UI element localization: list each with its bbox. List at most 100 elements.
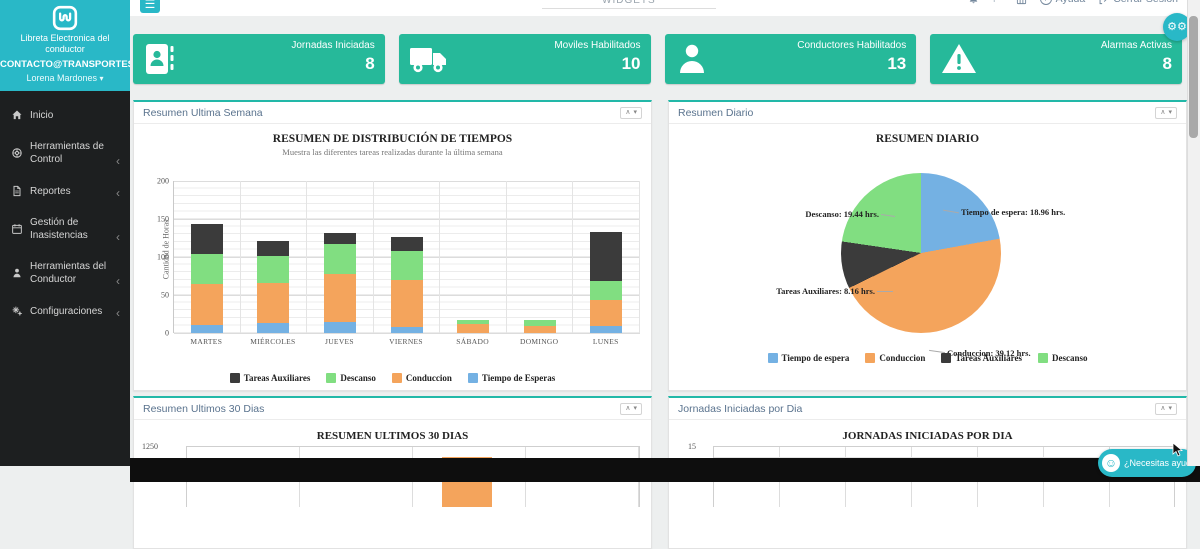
bar-segment-descanso — [257, 256, 290, 283]
mouse-cursor — [1172, 442, 1184, 463]
chevron-left-icon: ‹ — [116, 274, 120, 288]
logout-link[interactable]: Cerrar Sesión — [1098, 0, 1178, 5]
sidebar-item-herramientas-del-conductor[interactable]: Herramientas del Conductor ‹ — [0, 251, 130, 295]
journal-icon — [143, 41, 177, 82]
stat-card-label: Moviles Habilitados — [554, 40, 641, 51]
home-icon — [10, 108, 24, 122]
bar-segment-descanso — [190, 253, 223, 285]
stat-card-moviles-habilitados: Moviles Habilitados 10 — [398, 34, 651, 84]
chevron-up-icon: ∧ — [1160, 405, 1166, 412]
y-tick-label: 50 — [161, 290, 169, 300]
week-chart-subtitle: Muestra las diferentes tareas realizadas… — [282, 147, 503, 157]
pie-label-tiempo-espera: Tiempo de espera: 18.96 hrs. — [961, 207, 1066, 217]
bottom-dark-strip — [130, 458, 1200, 482]
sidebar-item-label: Reportes — [30, 185, 71, 197]
reports-icon — [10, 184, 24, 198]
y-tick-label: 100 — [157, 252, 169, 262]
bar-segment-tareas-auxiliares — [257, 241, 290, 257]
bell-icon[interactable] — [968, 0, 979, 5]
warning-icon — [940, 41, 978, 82]
panel-month-collapse-button[interactable]: ∧ ▾ — [620, 403, 642, 415]
account-email: CONTACTO@TRANSPORTESANC — [0, 59, 130, 70]
month-chart-title: RESUMEN ULTIMOS 30 DIAS — [316, 430, 469, 442]
app-logo-icon — [0, 5, 130, 31]
user-menu[interactable]: Lorena Mardones ▾ — [0, 73, 130, 83]
sidebar-item-herramientas-de-control[interactable]: Herramientas de Control ‹ — [0, 131, 130, 175]
help-icon: ? — [1039, 0, 1052, 5]
gears-icon: ⚙⚙ — [1167, 21, 1187, 33]
sidebar-item-label: Configuraciones — [30, 305, 103, 317]
bar-miercoles — [257, 241, 290, 333]
pie-graphic — [841, 173, 1001, 333]
scrollbar-track[interactable] — [1187, 0, 1200, 466]
sidebar-item-reportes[interactable]: Reportes ‹ — [0, 175, 130, 207]
chevron-left-icon: ‹ — [116, 186, 120, 200]
bar-domingo — [523, 320, 556, 333]
panel-week-title: Resumen Ultima Semana — [143, 107, 263, 119]
panel-week: Resumen Ultima Semana ∧ ▾ RESUMEN DE DIST… — [133, 100, 652, 391]
stat-card-label: Alarmas Activas — [1100, 40, 1172, 51]
bar-jueves — [323, 232, 356, 333]
stat-card-label: Jornadas Iniciadas — [291, 40, 375, 51]
calendar-grid-icon[interactable] — [1016, 0, 1027, 5]
bar-martes — [190, 223, 223, 333]
bar-segment-conduccion — [523, 326, 556, 333]
page-title: WIDGETS — [542, 0, 716, 9]
stat-card-label: Conductores Habilitados — [797, 40, 907, 51]
driver-icon — [10, 266, 24, 280]
stat-card-value: 13 — [887, 54, 907, 73]
bar-segment-tiempo-de-esperas — [390, 326, 423, 333]
chevron-left-icon: ‹ — [116, 154, 120, 168]
stat-card-value: 8 — [365, 54, 375, 73]
week-plot-area: 0 50 100 150 200 — [157, 177, 641, 338]
panel-journeys-collapse-button[interactable]: ∧ ▾ — [1155, 403, 1177, 415]
bar-segment-descanso — [590, 281, 623, 301]
sidebar-item-gestion-de-inasistencias[interactable]: Gestión de Inasistencias ‹ — [0, 207, 130, 251]
sidebar-item-inicio[interactable]: Inicio — [0, 99, 130, 131]
bar-viernes — [390, 237, 423, 333]
legend-item-descanso: Descanso — [326, 373, 376, 383]
week-chart-title: RESUMEN DE DISTRIBUCIÓN DE TIEMPOS — [272, 133, 513, 145]
menu-toggle-button[interactable]: ☰ — [140, 0, 160, 13]
legend-item-tareas-auxiliares: Tareas Auxiliares — [941, 353, 1022, 363]
sidebar: Libreta Electronica del conductor CONTAC… — [0, 0, 130, 466]
caret-down-icon: ▾ — [633, 405, 637, 412]
bar-lunes — [590, 231, 623, 333]
legend-item-tiempo-de-espera: Tiempo de espera — [767, 353, 849, 363]
truck-icon — [409, 41, 449, 82]
flag-icon[interactable]: ⚑ — [992, 0, 1003, 5]
sidebar-item-configuraciones[interactable]: Configuraciones ‹ — [0, 295, 130, 327]
x-tick-label: MARTES — [190, 337, 223, 346]
panel-daily-collapse-button[interactable]: ∧ ▾ — [1155, 107, 1177, 119]
sidebar-item-label: Gestión de Inasistencias — [30, 217, 88, 241]
bar-sabado — [457, 320, 490, 333]
help-link[interactable]: ? Ayuda — [1039, 0, 1085, 5]
x-tick-label: JUEVES — [325, 337, 354, 346]
y-tick-label: 0 — [165, 328, 169, 338]
scrollbar-thumb[interactable] — [1189, 16, 1198, 138]
panel-week-collapse-button[interactable]: ∧ ▾ — [620, 107, 642, 119]
week-x-axis-labels: MARTES MIÉRCOLES JUEVES VIERNES SÁBADO DOMING… — [173, 337, 639, 346]
y-tick-label: 150 — [157, 214, 169, 224]
week-chart-legend: Tareas Auxiliares Descanso Conduccion Tiemp… — [134, 373, 651, 383]
journeys-y-tick: 15 — [688, 442, 696, 451]
caret-down-icon: ▾ — [1168, 109, 1172, 116]
control-icon — [10, 146, 24, 160]
settings-icon — [10, 304, 24, 318]
sidebar-item-label: Inicio — [30, 109, 54, 121]
bar-segment-tareas-auxiliares — [323, 232, 356, 245]
bar-segment-descanso — [323, 244, 356, 274]
calendar-icon — [10, 222, 24, 236]
bar-segment-conduccion — [457, 323, 490, 333]
stat-card-alarmas-activas: Alarmas Activas 8 — [930, 34, 1182, 84]
chevron-left-icon: ‹ — [116, 306, 120, 320]
bar-segment-conduccion — [390, 279, 423, 327]
legend-item-tareas-auxiliares: Tareas Auxiliares — [229, 373, 310, 383]
bar-segment-conduccion — [323, 273, 356, 323]
sidebar-item-label: Herramientas del Conductor — [30, 261, 107, 285]
stat-card-conductores-habilitados: Conductores Habilitados 13 — [664, 34, 917, 84]
week-stacked-bar-chart: Cantidad de Horas 0 50 100 150 200 MARTES MIÉ… — [134, 157, 651, 387]
bar-segment-tiempo-de-esperas — [590, 326, 623, 333]
bar-segment-conduccion — [257, 282, 290, 324]
person-icon — [675, 41, 709, 82]
